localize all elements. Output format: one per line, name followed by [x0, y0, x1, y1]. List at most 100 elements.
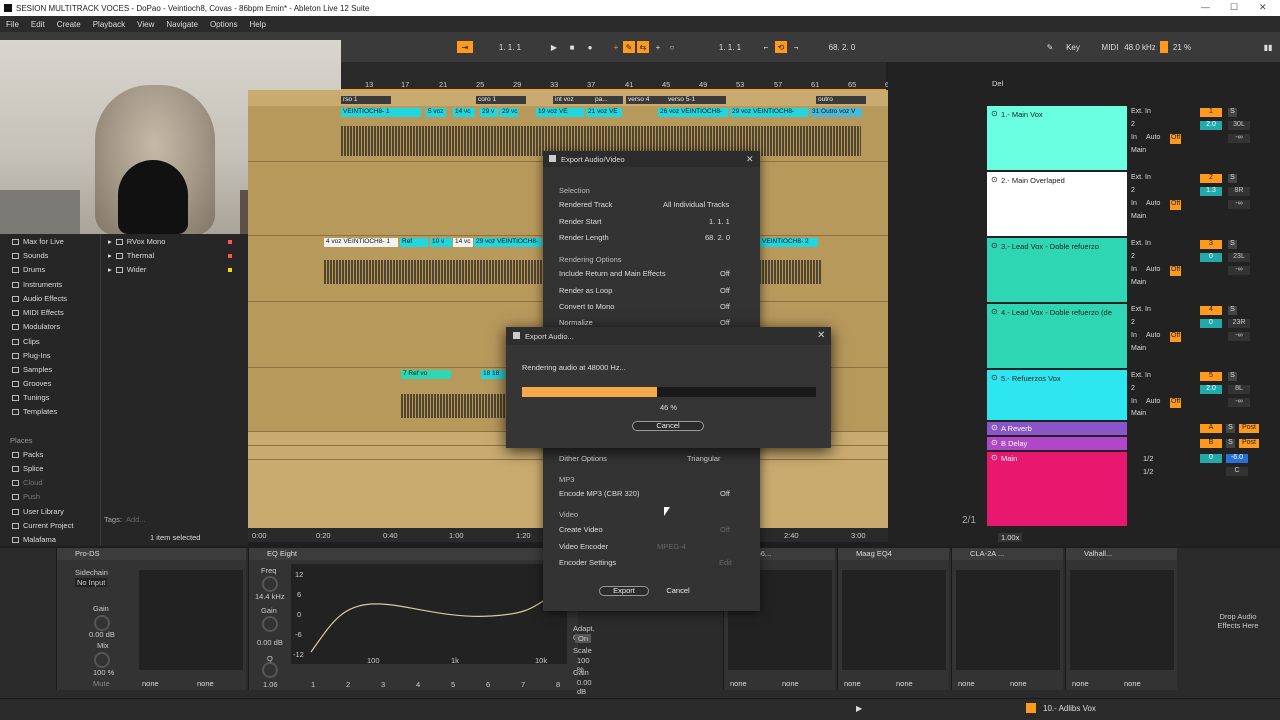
- gain-knob[interactable]: [262, 616, 278, 632]
- plugin-display[interactable]: [956, 570, 1060, 670]
- monitor-in[interactable]: In: [1131, 200, 1137, 210]
- clip[interactable]: 29 vc: [500, 108, 518, 117]
- locator[interactable]: pa...: [593, 96, 623, 104]
- track-header[interactable]: ⊙ 2.- Main Overlaped: [987, 172, 1127, 236]
- main-pan[interactable]: C: [1226, 467, 1248, 476]
- menu-playback[interactable]: Playback: [93, 20, 125, 29]
- track-pan[interactable]: 8L: [1228, 385, 1250, 394]
- clip[interactable]: 21 voz VE: [586, 108, 622, 117]
- cancel-button[interactable]: Cancel: [661, 586, 695, 596]
- clip[interactable]: VEINTIOCH8- 1: [341, 108, 421, 117]
- device-slot[interactable]: Valhall... none none: [1065, 548, 1177, 690]
- clip[interactable]: 26 voz VEINTIOCH8-: [658, 108, 728, 117]
- drop-zone[interactable]: Drop Audio Effects Here: [1208, 612, 1268, 630]
- clip[interactable]: 31 Outro voz V: [810, 108, 862, 117]
- browser-midi-effects[interactable]: MIDI Effects: [12, 308, 64, 317]
- monitor-auto[interactable]: Auto: [1146, 398, 1160, 408]
- eq-band[interactable]: 6: [486, 680, 490, 689]
- delete-label[interactable]: Del: [992, 79, 1003, 88]
- monitor-off[interactable]: Off: [1170, 398, 1182, 408]
- fold-icon[interactable]: ⊙: [991, 373, 998, 382]
- close-icon[interactable]: ✕: [746, 154, 754, 165]
- return-activator[interactable]: B: [1200, 439, 1222, 448]
- track-activator[interactable]: 5: [1200, 372, 1222, 381]
- monitor-in[interactable]: In: [1131, 266, 1137, 276]
- eq-band[interactable]: 4: [416, 680, 420, 689]
- punch-out-icon[interactable]: ¬: [790, 41, 802, 53]
- clip[interactable]: Ref: [400, 238, 428, 247]
- plugin-display[interactable]: [139, 570, 243, 670]
- render-length-value[interactable]: 68. 2. 0: [705, 233, 730, 242]
- clip[interactable]: 29 voz VEINTIOCH8-: [730, 108, 808, 117]
- monitor-auto[interactable]: Auto: [1146, 200, 1160, 210]
- input-select[interactable]: No Input: [75, 578, 108, 587]
- fold-icon[interactable]: ⊙: [991, 241, 998, 250]
- post-button[interactable]: Post: [1239, 439, 1259, 448]
- monitor-in[interactable]: In: [1131, 134, 1137, 144]
- return-track-header[interactable]: ⊙ B Delay: [987, 437, 1127, 450]
- return-activator[interactable]: A: [1200, 424, 1222, 433]
- solo-button[interactable]: S: [1228, 240, 1237, 249]
- record-icon[interactable]: ●: [584, 41, 596, 53]
- q-knob[interactable]: [262, 662, 278, 678]
- locator[interactable]: coro 1: [476, 96, 526, 104]
- place-splice[interactable]: Splice: [12, 464, 43, 473]
- none-select[interactable]: none: [142, 679, 159, 688]
- loop-switch-icon[interactable]: ⟲: [775, 41, 787, 53]
- main-volume[interactable]: 0: [1200, 454, 1222, 463]
- mute-button[interactable]: Mute: [93, 679, 110, 688]
- solo-button[interactable]: S: [1228, 372, 1237, 381]
- menu-help[interactable]: Help: [250, 20, 266, 29]
- clip[interactable]: VEINTIOCH8- 2: [760, 238, 818, 247]
- browser-tunings[interactable]: Tunings: [12, 393, 49, 402]
- menu-dots-icon[interactable]: ▮▮: [1262, 41, 1274, 53]
- device-eq-eight[interactable]: EQ Eight Freq 14.4 kHz Gain 0.00 dB Q 1.…: [248, 548, 595, 696]
- solo-button[interactable]: S: [1228, 174, 1237, 183]
- mix-knob[interactable]: [94, 652, 110, 668]
- eq-band[interactable]: 3: [381, 680, 385, 689]
- stop-icon[interactable]: ■: [566, 41, 578, 53]
- locator[interactable]: verso 5-1: [666, 96, 726, 104]
- track-pan[interactable]: 23L: [1228, 253, 1250, 262]
- clip[interactable]: 5 voz: [426, 108, 446, 117]
- render-loop-toggle[interactable]: Off: [720, 286, 730, 295]
- place-current-project[interactable]: Current Project: [12, 521, 73, 530]
- encode-mp3-toggle[interactable]: Off: [720, 489, 730, 498]
- browser-audio-effects[interactable]: Audio Effects: [12, 294, 67, 303]
- browser-item[interactable]: ▸ RVox Mono: [108, 237, 238, 246]
- input-type[interactable]: Ext. In: [1131, 108, 1151, 118]
- menu-options[interactable]: Options: [210, 20, 238, 29]
- close-icon[interactable]: ✕: [817, 330, 825, 341]
- input-channel[interactable]: 2: [1131, 253, 1135, 263]
- gain-knob[interactable]: [94, 615, 110, 631]
- none-select[interactable]: none: [730, 679, 747, 688]
- monitor-in[interactable]: In: [1131, 332, 1137, 342]
- track-header[interactable]: ⊙ 5.- Refuerzos Vox: [987, 370, 1127, 420]
- arrangement-position[interactable]: 1. 1. 1: [480, 41, 540, 53]
- fold-icon[interactable]: ⊙: [991, 175, 998, 184]
- track-volume[interactable]: 1.3: [1200, 187, 1222, 196]
- punch-in-icon[interactable]: ⌐: [760, 41, 772, 53]
- browser-max-for-live[interactable]: Max for Live: [12, 237, 64, 246]
- menu-file[interactable]: File: [6, 20, 19, 29]
- browser-instruments[interactable]: Instruments: [12, 280, 62, 289]
- fold-icon[interactable]: ⊙: [991, 453, 998, 462]
- browser-plug-ins[interactable]: Plug-Ins: [12, 351, 51, 360]
- clip[interactable]: 4 voz VEINTIOCH8- 1: [324, 238, 398, 247]
- overdub-icon[interactable]: +: [610, 41, 622, 53]
- automation-arm-icon[interactable]: ✎: [623, 41, 635, 53]
- input-type[interactable]: Ext. In: [1131, 306, 1151, 316]
- monitor-off[interactable]: Off: [1170, 266, 1182, 276]
- plugin-display[interactable]: [1070, 570, 1174, 670]
- cancel-render-button[interactable]: Cancel: [632, 421, 704, 431]
- draw-mode-icon[interactable]: ✎: [1044, 41, 1056, 53]
- loop-length[interactable]: 68. 2. 0: [812, 41, 872, 53]
- normalize-toggle[interactable]: Off: [720, 318, 730, 327]
- menu-view[interactable]: View: [137, 20, 154, 29]
- return-track-header[interactable]: ⊙ A Reverb: [987, 422, 1127, 435]
- close-icon[interactable]: ✕: [1259, 2, 1267, 13]
- browser-item[interactable]: ▸ Thermal: [108, 251, 238, 260]
- freq-knob[interactable]: [262, 576, 278, 592]
- monitor-off[interactable]: Off: [1170, 332, 1182, 342]
- none-select[interactable]: none: [1124, 679, 1141, 688]
